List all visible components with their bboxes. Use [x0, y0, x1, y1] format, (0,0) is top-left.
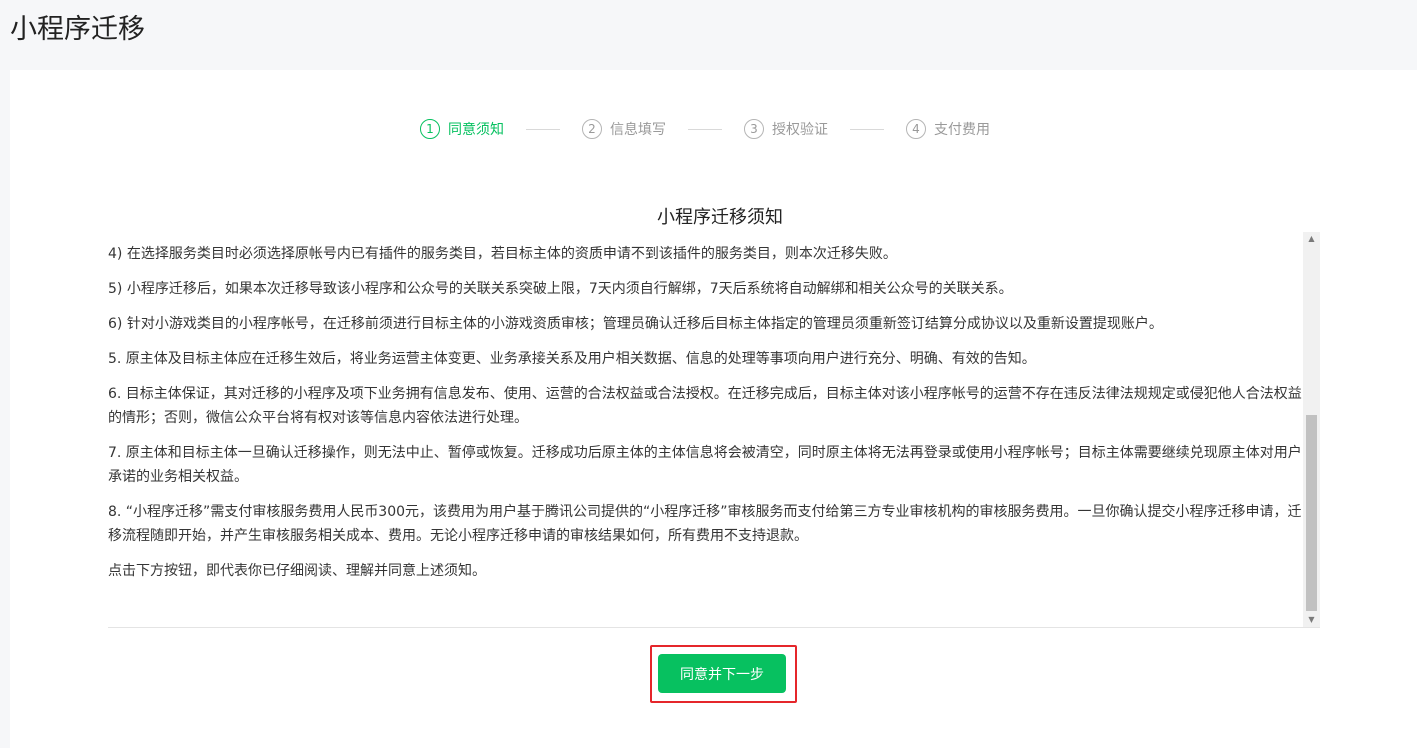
step-4: 4 支付费用	[906, 119, 990, 139]
notice-paragraph: 4) 在选择服务类目时必须选择原帐号内已有插件的服务类目，若目标主体的资质申请不…	[108, 246, 897, 262]
notice-paragraph: 点击下方按钮，即代表你已仔细阅读、理解并同意上述须知。	[108, 563, 486, 579]
notice-content: 4) 在选择服务类目时必须选择原帐号内已有插件的服务类目，若目标主体的资质申请不…	[108, 232, 1303, 583]
step-label: 支付费用	[934, 122, 990, 138]
notice-paragraph: 6. 目标主体保证，其对迁移的小程序及项下业务拥有信息发布、使用、运营的合法权益…	[108, 386, 1302, 426]
step-label: 信息填写	[610, 122, 666, 138]
step-number: 3	[744, 119, 764, 139]
notice-paragraph: 5. 原主体及目标主体应在迁移生效后，将业务运营主体变更、业务承接关系及用户相关…	[108, 351, 1036, 367]
step-indicator: 1 同意须知 2 信息填写 3 授权验证 4 支付费用	[420, 118, 990, 140]
notice-paragraph: 5) 小程序迁移后，如果本次迁移导致该小程序和公众号的关联关系突破上限，7天内须…	[108, 281, 1013, 297]
step-separator	[850, 128, 884, 130]
step-separator	[526, 128, 560, 130]
notice-paragraph: 6) 针对小游戏类目的小程序帐号，在迁移前须进行目标主体的小游戏资质审核；管理员…	[108, 316, 1163, 332]
notice-scroll-area[interactable]: 4) 在选择服务类目时必须选择原帐号内已有插件的服务类目，若目标主体的资质申请不…	[108, 232, 1320, 628]
step-number: 4	[906, 119, 926, 139]
page-title: 小程序迁移	[10, 14, 145, 45]
step-1: 1 同意须知	[420, 119, 504, 139]
scroll-down-arrow-icon[interactable]: ▼	[1303, 613, 1320, 627]
agree-next-button[interactable]: 同意并下一步	[658, 654, 786, 693]
step-separator	[688, 128, 722, 130]
step-2: 2 信息填写	[582, 119, 666, 139]
notice-paragraph: 7. 原主体和目标主体一旦确认迁移操作，则无法中止、暂停或恢复。迁移成功后原主体…	[108, 445, 1302, 485]
scrollbar-thumb[interactable]	[1306, 415, 1317, 611]
step-number: 1	[420, 119, 440, 139]
scrollbar[interactable]: ▲ ▼	[1303, 232, 1320, 627]
scroll-up-arrow-icon[interactable]: ▲	[1303, 232, 1320, 246]
step-number: 2	[582, 119, 602, 139]
notice-paragraph: 8. “小程序迁移”需支付审核服务费用人民币300元，该费用为用户基于腾讯公司提…	[108, 504, 1302, 544]
step-label: 授权验证	[772, 122, 828, 138]
notice-title: 小程序迁移须知	[657, 207, 783, 228]
main-card: 1 同意须知 2 信息填写 3 授权验证 4 支付费用 小程序迁移须知 4) 在…	[10, 70, 1417, 748]
step-3: 3 授权验证	[744, 119, 828, 139]
step-label: 同意须知	[448, 122, 504, 138]
